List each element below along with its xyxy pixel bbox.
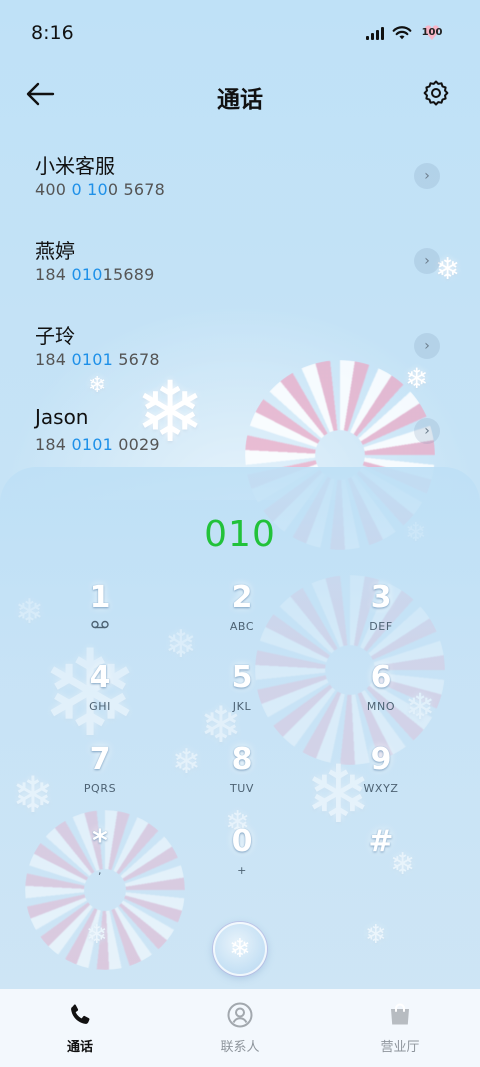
phone-icon — [71, 1004, 90, 1024]
status-time: 8:16 — [31, 22, 74, 44]
signal-icon — [366, 26, 384, 40]
contact-number: 184 0101 5678 — [35, 350, 160, 369]
key-3[interactable]: 3 DEF — [326, 582, 436, 656]
chevron-right-icon[interactable]: › — [414, 418, 440, 444]
key-0[interactable]: 0 + — [187, 826, 297, 900]
contact-name: Jason — [35, 405, 89, 429]
key-4[interactable]: 4 GHI — [45, 662, 155, 736]
header: 通话 — [0, 70, 480, 120]
key-1[interactable]: 1 — [45, 582, 155, 656]
status-bar: 8:16 ♥ 100 — [0, 0, 480, 64]
key-7[interactable]: 7 PQRS — [45, 744, 155, 818]
call-button[interactable]: ❄ — [213, 922, 267, 976]
key-6[interactable]: 6 MNO — [326, 662, 436, 736]
tab-label: 营业厅 — [380, 1040, 420, 1055]
contact-icon — [227, 1002, 253, 1028]
chevron-right-icon[interactable]: › — [414, 248, 440, 274]
list-item[interactable]: 子玲 184 0101 5678 › — [0, 310, 480, 395]
key-8[interactable]: 8 TUV — [187, 744, 297, 818]
dial-input[interactable]: 010 — [0, 514, 480, 555]
key-9[interactable]: 9 WXYZ — [326, 744, 436, 818]
contact-name: 子玲 — [35, 324, 75, 348]
key-2[interactable]: 2 ABC — [187, 582, 297, 656]
call-list: 小米客服 400 0 100 5678 › 燕婷 184 01015689 › … — [0, 140, 480, 480]
list-item[interactable]: 小米客服 400 0 100 5678 › — [0, 140, 480, 225]
key-5[interactable]: 5 JKL — [187, 662, 297, 736]
chevron-right-icon[interactable]: › — [414, 333, 440, 359]
contact-name: 燕婷 — [35, 239, 75, 263]
tab-label: 联系人 — [220, 1040, 260, 1055]
bottom-nav: 通话 联系人 营业厅 — [0, 989, 480, 1067]
shopping-bag-icon — [391, 1003, 409, 1025]
battery-icon: ♥ 100 — [421, 21, 443, 45]
tab-calls[interactable]: 通话 — [0, 989, 160, 1067]
tab-store[interactable]: 营业厅 — [320, 989, 480, 1067]
contact-number: 400 0 100 5678 — [35, 180, 166, 199]
tab-label: 通话 — [66, 1040, 93, 1055]
voicemail-icon — [91, 620, 109, 629]
status-icons: ♥ 100 — [366, 21, 444, 45]
list-item[interactable]: 燕婷 184 01015689 › — [0, 225, 480, 310]
wifi-icon — [392, 26, 412, 40]
battery-level: 100 — [421, 27, 443, 38]
contact-name: 小米客服 — [35, 154, 115, 178]
contact-number: 184 0101 0029 — [35, 435, 160, 454]
key-hash[interactable]: # — [326, 826, 436, 900]
snowflake-call-icon: ❄ — [229, 934, 251, 964]
chevron-right-icon[interactable]: › — [414, 163, 440, 189]
page-title: 通话 — [217, 87, 263, 113]
dialpad-panel: 010 1 2 ABC 3 DEF 4 GHI 5 JKL 6 MNO 7 PQRS 8 TU… — [0, 467, 480, 989]
gear-icon[interactable] — [422, 79, 450, 107]
contact-number: 184 01015689 — [35, 265, 155, 284]
tab-contacts[interactable]: 联系人 — [160, 989, 320, 1067]
key-star[interactable]: *, — [45, 826, 155, 900]
